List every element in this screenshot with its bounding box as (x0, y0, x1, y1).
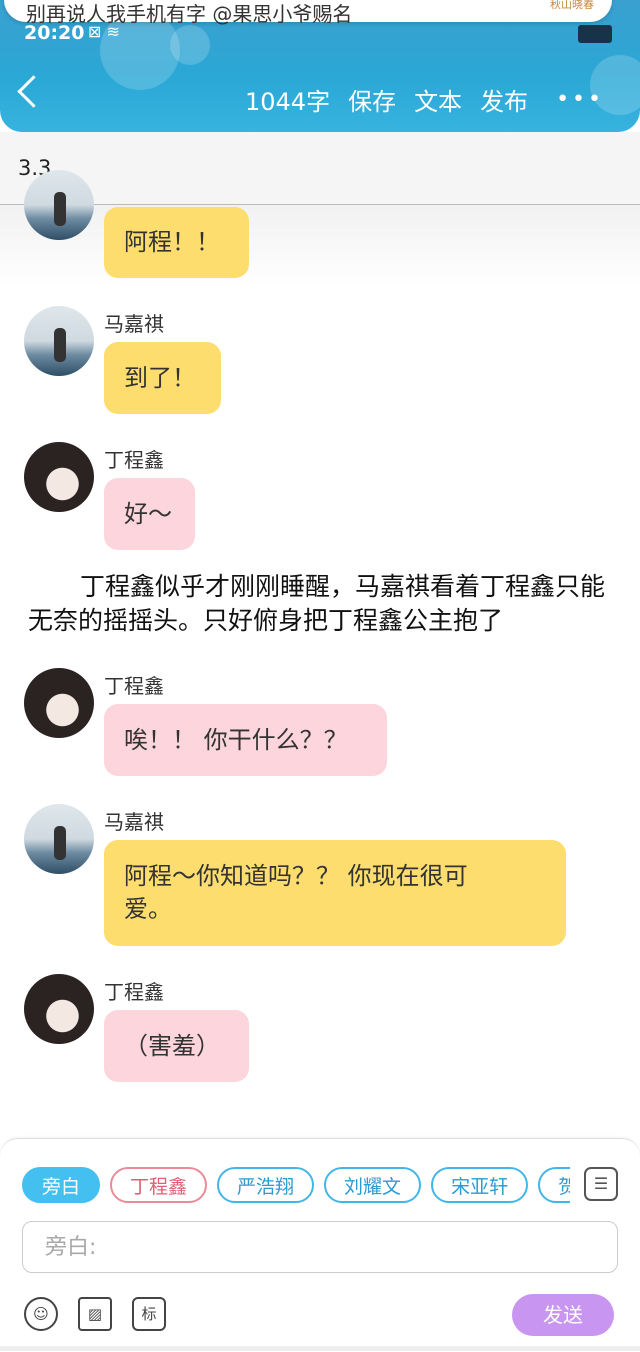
decor-bubble (170, 25, 210, 65)
message-bubble[interactable]: 阿程～你知道吗？？ 你现在很可爱。 (104, 840, 566, 946)
header-toolbar: 1044字 保存 文本 发布 ••• (245, 82, 604, 117)
narration-text[interactable]: 丁程鑫似乎才刚刚睡醒，马嘉祺看着丁程鑫只能无奈的摇摇头。只好俯身把丁程鑫公主抱了 (28, 570, 614, 638)
avatar-ma-jiaqi[interactable] (24, 804, 94, 874)
top-header: 别再说人我手机有字 @果思小爷赐名 秋山晓春 20:20 ⊠ ≋ 1044字 保… (0, 0, 640, 132)
chip-song-yaxuan[interactable]: 宋亚轩 (431, 1167, 529, 1203)
notification-banner[interactable]: 别再说人我手机有字 @果思小爷赐名 秋山晓春 (4, 0, 612, 26)
speaker-name: 马嘉祺 (104, 312, 164, 336)
avatar-ding-chengxin[interactable] (24, 442, 94, 512)
avatar-ma-jiaqi[interactable] (24, 306, 94, 376)
avatar-ma-jiaqi[interactable] (24, 170, 94, 240)
emoji-icon[interactable]: ☺ (24, 1297, 58, 1331)
avatar-ding-chengxin[interactable] (24, 668, 94, 738)
message-input[interactable] (23, 1222, 617, 1272)
scroll-fade (0, 205, 640, 285)
avatar-ding-chengxin[interactable] (24, 974, 94, 1044)
send-button[interactable]: 发送 (512, 1294, 614, 1336)
image-icon[interactable]: ▨ (78, 1297, 112, 1331)
speaker-name: 丁程鑫 (104, 448, 164, 472)
role-chips: 旁白 丁程鑫 严浩翔 刘耀文 宋亚轩贺 (22, 1167, 570, 1207)
message-bubble[interactable]: 到了！ (104, 342, 221, 414)
notification-logo: 秋山晓春 (550, 0, 594, 11)
status-icons: ⊠ ≋ (88, 22, 120, 41)
more-icon[interactable]: ••• (556, 87, 604, 112)
message-bubble[interactable]: 好～ (104, 478, 195, 550)
composer-panel: 旁白丁程鑫严浩翔刘耀文宋亚轩贺 ☰ ☺ ▨ 标 发送 (0, 1138, 640, 1352)
keyboard-strip (0, 1346, 640, 1351)
word-count: 1044字 (244, 88, 331, 116)
chip-ding-chengxin[interactable]: 丁程鑫 (110, 1167, 208, 1203)
battery-icon (578, 25, 612, 43)
message-bubble[interactable]: 唉！！ 你干什么？？ (104, 704, 387, 776)
speaker-name: 马嘉祺 (104, 810, 164, 834)
message-bubble[interactable]: （害羞） (104, 1010, 249, 1082)
status-time: 20:20 (24, 22, 85, 44)
chip-yan-haoxiang[interactable]: 严浩翔 (217, 1167, 315, 1203)
message-bubble[interactable]: 阿程！！ (104, 207, 249, 278)
chip-he-junlin[interactable]: 贺 (538, 1167, 570, 1203)
chip-liu-yaowen[interactable]: 刘耀文 (324, 1167, 422, 1203)
back-icon[interactable] (17, 75, 50, 108)
text-button[interactable]: 文本 (414, 82, 462, 117)
contacts-icon[interactable]: ☰ (584, 1167, 618, 1201)
chapter-bar[interactable]: 3.3 (0, 132, 640, 205)
speaker-name: 丁程鑫 (104, 980, 164, 1004)
tag-button[interactable]: 标 (132, 1297, 166, 1331)
chip-narrator[interactable]: 旁白 (22, 1167, 101, 1203)
speaker-name: 丁程鑫 (104, 674, 164, 698)
save-button[interactable]: 保存 (348, 82, 396, 117)
message-input-box[interactable] (22, 1221, 618, 1273)
publish-button[interactable]: 发布 (480, 82, 528, 117)
